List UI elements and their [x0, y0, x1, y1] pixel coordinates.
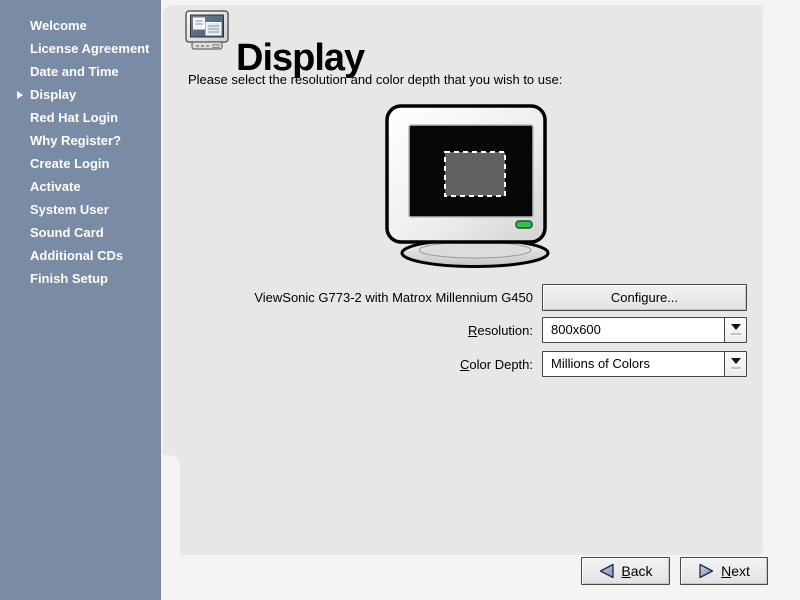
resolution-dropdown[interactable]: 800x600 [542, 317, 747, 343]
back-button-label: Back [621, 563, 652, 579]
sidebar-item-finish-setup: Finish Setup [0, 267, 161, 290]
color-depth-value: Millions of Colors [551, 352, 650, 376]
resolution-dropdown-arrow-button[interactable] [724, 318, 746, 342]
sidebar-item-activate: Activate [0, 175, 161, 198]
chevron-down-icon [731, 358, 741, 364]
sidebar-item-label: Date and Time [30, 64, 119, 79]
sidebar-item-sound-card: Sound Card [0, 221, 161, 244]
sidebar-item-label: Create Login [30, 156, 109, 171]
back-button[interactable]: Back [581, 557, 670, 585]
configure-button[interactable]: Configure... [542, 284, 747, 311]
sidebar-item-display: Display [0, 83, 161, 106]
sidebar-item-label: Display [30, 87, 76, 102]
active-step-arrow-icon [17, 91, 23, 99]
device-description: ViewSonic G773-2 with Matrox Millennium … [180, 290, 533, 305]
sidebar-item-label: System User [30, 202, 109, 217]
dropdown-grip-bar [731, 333, 741, 336]
sidebar-item-create-login: Create Login [0, 152, 161, 175]
sidebar-item-system-user: System User [0, 198, 161, 221]
chevron-down-icon [731, 324, 741, 330]
sidebar-item-welcome: Welcome [0, 14, 161, 37]
sidebar-item-label: Red Hat Login [30, 110, 118, 125]
sidebar-item-label: Why Register? [30, 133, 121, 148]
sidebar-step-list: Welcome License Agreement Date and Time … [0, 14, 161, 290]
sidebar-item-label: Activate [30, 179, 81, 194]
sidebar-item-label: Additional CDs [30, 248, 123, 263]
resolution-value: 800x600 [551, 318, 601, 342]
sidebar-steps: Welcome License Agreement Date and Time … [0, 0, 161, 600]
color-depth-dropdown-arrow-button[interactable] [724, 352, 746, 376]
sidebar-item-date-and-time: Date and Time [0, 60, 161, 83]
resolution-selection-rect [445, 152, 505, 196]
resolution-label: Resolution: [180, 323, 533, 338]
monitor-illustration [383, 102, 567, 270]
sidebar-item-label: Welcome [30, 18, 87, 33]
sidebar-item-label: License Agreement [30, 41, 149, 56]
back-arrow-icon [598, 563, 615, 579]
page-subtitle: Please select the resolution and color d… [188, 72, 562, 87]
power-led [516, 221, 532, 228]
next-arrow-icon [698, 563, 715, 579]
sidebar-item-label: Sound Card [30, 225, 104, 240]
color-depth-label: Color Depth: [180, 357, 533, 372]
sidebar-item-additional-cds: Additional CDs [0, 244, 161, 267]
dropdown-grip-bar [731, 367, 741, 370]
sidebar-item-label: Finish Setup [30, 271, 108, 286]
display-page-icon [184, 9, 230, 53]
next-button-label: Next [721, 563, 750, 579]
next-button[interactable]: Next [680, 557, 768, 585]
content-panel: Display Please select the resolution and… [163, 5, 763, 555]
panel-corner-notch [161, 455, 180, 555]
configure-button-label: Configure... [611, 290, 678, 305]
sidebar-item-license-agreement: License Agreement [0, 37, 161, 60]
sidebar-item-why-register: Why Register? [0, 129, 161, 152]
color-depth-dropdown[interactable]: Millions of Colors [542, 351, 747, 377]
sidebar-item-red-hat-login: Red Hat Login [0, 106, 161, 129]
